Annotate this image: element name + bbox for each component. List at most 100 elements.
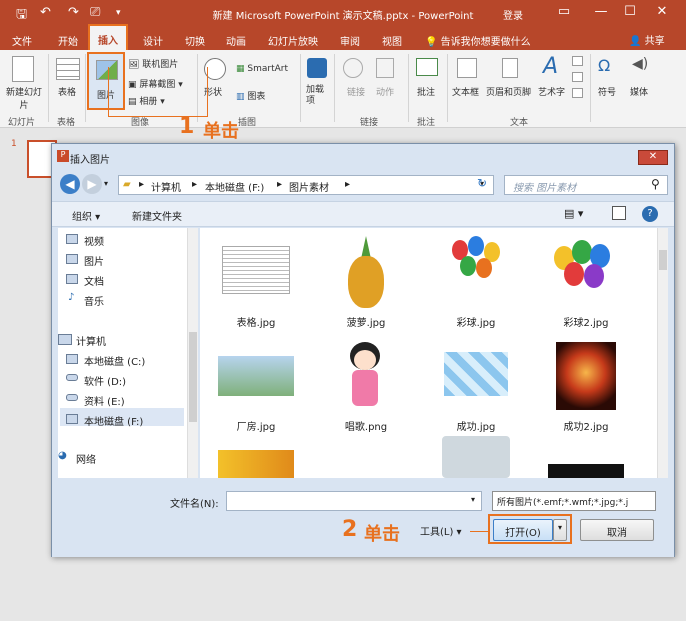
tab-home[interactable]: 开始 [58, 33, 78, 48]
folder-icon: ▰ [123, 179, 131, 190]
file-name[interactable]: 厂房.jpg [206, 418, 306, 433]
path-folder[interactable]: 图片素材 [289, 179, 329, 194]
filename-input[interactable]: ▾ [226, 491, 482, 511]
action-button[interactable]: 动作 [376, 85, 394, 98]
smartart-button[interactable]: ▦ SmartArt [236, 64, 288, 74]
date-icon[interactable] [572, 56, 583, 66]
cancel-button[interactable]: 取消 [580, 519, 654, 541]
group-comments: 批注 [417, 118, 436, 128]
maximize-icon[interactable]: ☐ [618, 4, 642, 19]
tab-animations[interactable]: 动画 [226, 33, 246, 48]
file-thumbnail[interactable] [328, 338, 404, 414]
file-thumbnail[interactable] [548, 234, 624, 310]
tab-design[interactable]: 设计 [143, 33, 163, 48]
nav-videos[interactable]: 视频 [84, 233, 104, 248]
preview-pane-icon[interactable] [612, 206, 626, 220]
open-button[interactable]: 打开(O) [493, 519, 553, 541]
file-thumbnail[interactable] [218, 234, 294, 310]
tab-file[interactable]: 文件 [12, 33, 32, 48]
tab-view[interactable]: 视图 [382, 33, 402, 48]
file-thumbnail[interactable] [438, 338, 514, 414]
help-icon[interactable]: ? [642, 206, 658, 222]
file-thumbnail[interactable] [218, 338, 294, 414]
search-icon[interactable]: ⚲ [651, 177, 660, 191]
media-button[interactable]: 媒体 [630, 85, 648, 98]
open-dropdown-icon[interactable]: ▾ [553, 519, 567, 541]
search-input[interactable]: 搜索 图片素材 ⚲ [504, 175, 668, 195]
table-button[interactable]: 表格 [58, 85, 76, 98]
file-thumbnail[interactable] [218, 450, 294, 478]
symbol-button[interactable]: 符号 [598, 85, 616, 98]
file-name[interactable]: 菠萝.jpg [316, 314, 416, 329]
nav-pictures[interactable]: 图片 [84, 253, 104, 268]
file-thumbnail[interactable] [328, 234, 404, 310]
chart-button[interactable]: ▥ 图表 [236, 89, 265, 102]
network-icon: ◕ [58, 450, 67, 461]
new-folder-button[interactable]: 新建文件夹 [132, 208, 182, 223]
nav-drive-f[interactable]: 本地磁盘 (F:) [84, 413, 143, 428]
address-bar[interactable]: ▰ ▸ 计算机 ▸ 本地磁盘 (F:) ▸ 图片素材 ▸ ▾ [118, 175, 494, 195]
nav-drive-d[interactable]: 软件 (D:) [84, 373, 126, 388]
file-name[interactable]: 彩球.jpg [426, 314, 526, 329]
file-scroll-thumb[interactable] [659, 250, 667, 270]
file-scrollbar[interactable] [657, 228, 668, 478]
header-footer-button[interactable]: 页眉和页脚 [486, 85, 531, 98]
tab-slideshow[interactable]: 幻灯片放映 [268, 33, 318, 48]
minimize-icon[interactable]: — [589, 4, 613, 19]
file-thumbnail[interactable] [548, 338, 624, 414]
path-drive[interactable]: 本地磁盘 (F:) [205, 179, 264, 194]
step2-number: 2 [342, 517, 358, 542]
path-computer[interactable]: 计算机 [151, 179, 181, 194]
tab-transitions[interactable]: 切换 [185, 33, 205, 48]
dialog-title: 插入图片 [70, 155, 110, 166]
file-name[interactable]: 表格.jpg [206, 314, 306, 329]
file-name[interactable]: 成功2.jpg [536, 418, 636, 433]
share-button[interactable]: 👤 共享 [629, 32, 665, 47]
spreadsheet-image [222, 246, 290, 294]
organize-button[interactable]: 组织 ▾ [72, 208, 100, 223]
nav-network[interactable]: 网络 [76, 451, 96, 466]
dialog-close-button[interactable]: ✕ [638, 150, 668, 165]
nav-music[interactable]: 音乐 [84, 293, 104, 308]
ribbon-display-icon[interactable]: ▭ [552, 4, 576, 19]
nav-drive-c[interactable]: 本地磁盘 (C:) [84, 353, 145, 368]
refresh-icon[interactable]: ↻ [472, 176, 492, 194]
nav-computer[interactable]: 计算机 [76, 333, 106, 348]
tell-me-search[interactable]: 💡 告诉我你想要做什么 [425, 33, 531, 48]
file-name[interactable]: 彩球2.jpg [536, 314, 636, 329]
comment-button[interactable]: 批注 [417, 85, 435, 98]
insert-picture-dialog: P 插入图片 ✕ ◀ ▶ ▾ ▰ ▸ 计算机 ▸ 本地磁盘 (F:) ▸ 图片素… [51, 143, 675, 557]
file-type-select[interactable]: 所有图片(*.emf;*.wmf;*.jpg;*.j [492, 491, 656, 511]
file-thumbnail[interactable] [438, 234, 514, 310]
divider [48, 54, 49, 122]
nav-scrollbar[interactable] [187, 228, 198, 478]
close-icon[interactable]: ✕ [650, 4, 674, 19]
file-thumbnail[interactable] [548, 464, 624, 478]
recent-dropdown-icon[interactable]: ▾ [104, 179, 108, 188]
view-icon[interactable]: ▤ ▾ [564, 207, 583, 220]
back-icon[interactable]: ◀ [60, 174, 80, 194]
tools-button[interactable]: 工具(L) ▾ [420, 523, 462, 538]
videos-icon [66, 234, 78, 244]
file-name[interactable]: 成功.jpg [426, 418, 526, 433]
object-icon[interactable] [572, 88, 583, 98]
link-button[interactable]: 链接 [347, 85, 365, 98]
file-thumbnail[interactable] [442, 436, 510, 478]
tab-review[interactable]: 审阅 [340, 33, 360, 48]
filename-dropdown-icon[interactable]: ▾ [471, 495, 475, 504]
nav-scroll-thumb[interactable] [189, 332, 197, 422]
nav-documents[interactable]: 文档 [84, 273, 104, 288]
pineapple-leaves [361, 236, 371, 258]
wordart-button[interactable]: 艺术字 [538, 85, 565, 98]
smartart-icon: ▦ [236, 64, 245, 74]
new-slide-button[interactable]: 新建幻灯片 [4, 85, 44, 111]
slide-number-icon[interactable] [572, 72, 583, 82]
forward-icon[interactable]: ▶ [82, 174, 102, 194]
divider [590, 54, 591, 122]
login-link[interactable]: 登录 [503, 7, 523, 22]
textbox-button[interactable]: 文本框 [452, 85, 479, 98]
addins-button[interactable]: 加载项 [306, 85, 330, 107]
divider [447, 54, 448, 122]
nav-drive-e[interactable]: 资料 (E:) [84, 393, 125, 408]
file-name[interactable]: 唱歌.png [316, 418, 416, 433]
